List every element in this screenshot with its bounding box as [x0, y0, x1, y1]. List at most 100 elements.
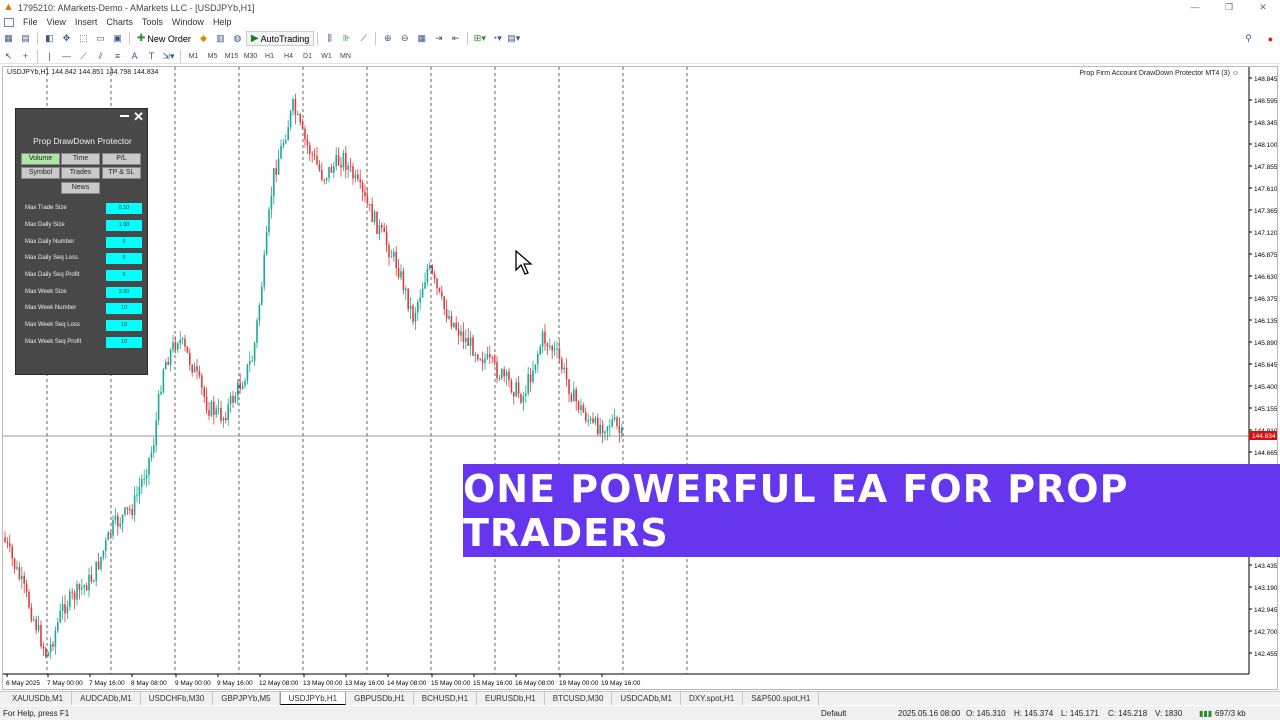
- timeframe-mn[interactable]: MN: [336, 53, 355, 60]
- history-icon[interactable]: ▥: [212, 31, 229, 46]
- panel-minimize-icon[interactable]: [120, 115, 129, 117]
- search-icon[interactable]: ⚲: [1240, 31, 1257, 46]
- tester-icon[interactable]: ▣: [109, 31, 126, 46]
- new-chart-icon[interactable]: ▦: [0, 31, 17, 46]
- zoom-in-icon[interactable]: ⊕: [379, 31, 396, 46]
- timeframe-d1[interactable]: D1: [298, 53, 317, 60]
- symbol-tab[interactable]: S&P500.spot,H1: [743, 692, 820, 705]
- menu-help[interactable]: Help: [213, 17, 232, 27]
- chart-window[interactable]: 148.845 148.595 148.345 148.100 147.855 147.6…: [2, 66, 1278, 690]
- chart-shift-icon[interactable]: ⇤: [447, 31, 464, 46]
- menu-window[interactable]: Window: [172, 17, 204, 27]
- menu-file[interactable]: File: [23, 17, 38, 27]
- fibonacci-icon[interactable]: ≡: [109, 49, 126, 64]
- timeframe-m1[interactable]: M1: [184, 53, 203, 60]
- mouse-pointer-icon: [515, 250, 533, 275]
- price-chart[interactable]: 148.845 148.595 148.345 148.100 147.855 147.6…: [3, 67, 1277, 689]
- symbol-tab[interactable]: USDCADb,M1: [612, 692, 681, 705]
- symbol-tab[interactable]: BTCUSD,M30: [545, 692, 613, 705]
- bar-chart-icon[interactable]: ⫼: [321, 31, 338, 46]
- symbol-tab[interactable]: GBPJPYb,M5: [213, 692, 280, 705]
- channel-icon[interactable]: ⫽: [92, 49, 109, 64]
- price-label: 145.155: [1254, 406, 1277, 413]
- symbol-tab[interactable]: DXY.spot,H1: [681, 692, 744, 705]
- cursor-icon[interactable]: ↖: [0, 49, 17, 64]
- symbol-tab[interactable]: BCHUSD,H1: [414, 692, 478, 705]
- setting-input[interactable]: 5: [106, 253, 142, 264]
- candlestick-icon[interactable]: ⊪: [338, 31, 355, 46]
- setting-label: Max Week Size: [25, 289, 67, 295]
- text-icon[interactable]: A: [126, 49, 143, 64]
- metaeditor-icon[interactable]: ◆: [195, 31, 212, 46]
- timeframe-m5[interactable]: M5: [203, 53, 222, 60]
- indicators-icon[interactable]: ⊞▾: [471, 31, 488, 46]
- minimize-icon[interactable]: —: [1178, 0, 1212, 14]
- data-window-icon[interactable]: ✥: [58, 31, 75, 46]
- setting-input[interactable]: 5: [106, 270, 142, 281]
- symbol-tab[interactable]: USDCHFb,M30: [141, 692, 214, 705]
- templates-icon[interactable]: ▤▾: [505, 31, 522, 46]
- menu-insert[interactable]: Insert: [75, 17, 98, 27]
- symbol-tab[interactable]: GBPUSDb,H1: [346, 692, 414, 705]
- setting-input[interactable]: 10: [106, 303, 142, 314]
- symbol-tab[interactable]: EURUSDb,H1: [477, 692, 545, 705]
- tab-time[interactable]: Time: [61, 153, 100, 165]
- tab-symbol[interactable]: Symbol: [21, 167, 60, 179]
- terminal-icon[interactable]: ▭: [92, 31, 109, 46]
- symbol-tab[interactable]: XAUUSDb,M1: [4, 692, 73, 705]
- arrows-icon[interactable]: ⇲▾: [160, 49, 177, 64]
- symbol-tab-active[interactable]: USDJPYb,H1: [279, 692, 347, 705]
- tab-tp-sl[interactable]: TP & SL: [102, 167, 141, 179]
- periods-icon[interactable]: ◔▾: [488, 31, 505, 46]
- autotrading-button[interactable]: ▶ AutoTrading: [245, 31, 315, 46]
- candle-body: [90, 574, 93, 582]
- price-label: 142.455: [1254, 651, 1277, 658]
- candle-body: [460, 331, 462, 336]
- candle-body: [599, 424, 601, 435]
- vertical-line-icon[interactable]: |: [41, 49, 58, 64]
- symbol-tab[interactable]: AUDCADb,M1: [72, 692, 141, 705]
- setting-input[interactable]: 5: [106, 237, 142, 248]
- zoom-out-icon[interactable]: ⊖: [396, 31, 413, 46]
- document-icon[interactable]: [4, 17, 14, 27]
- candle-body: [145, 475, 148, 479]
- new-order-button[interactable]: ✚ New Order: [133, 31, 195, 46]
- trendline-icon[interactable]: ⟋: [75, 49, 92, 64]
- panel-close-icon[interactable]: ✕: [133, 110, 144, 123]
- candle-body: [453, 322, 455, 327]
- tab-volume[interactable]: Volume: [21, 153, 60, 165]
- profiles-icon[interactable]: ▤: [17, 31, 34, 46]
- setting-input[interactable]: 10: [106, 337, 142, 348]
- setting-input[interactable]: 1.00: [106, 220, 142, 231]
- timeframe-w1[interactable]: W1: [317, 53, 336, 60]
- candle-body: [71, 591, 73, 593]
- tile-windows-icon[interactable]: ▦: [413, 31, 430, 46]
- signals-icon[interactable]: ◍: [229, 31, 246, 46]
- setting-input[interactable]: 10: [106, 320, 142, 331]
- timeframe-m30[interactable]: M30: [241, 53, 260, 60]
- close-window-icon[interactable]: ✕: [1246, 0, 1280, 14]
- menu-view[interactable]: View: [47, 17, 66, 27]
- tab-trades[interactable]: Trades: [61, 167, 100, 179]
- menu-charts[interactable]: Charts: [106, 17, 133, 27]
- setting-input[interactable]: 3.00: [106, 287, 142, 298]
- autoscroll-icon[interactable]: ⇥: [430, 31, 447, 46]
- tab-news[interactable]: News: [61, 182, 100, 194]
- timeframe-m15[interactable]: M15: [222, 53, 241, 60]
- market-watch-icon[interactable]: ◧: [41, 31, 58, 46]
- navigator-icon[interactable]: ⬚: [75, 31, 92, 46]
- line-chart-icon[interactable]: ⟋: [355, 31, 372, 46]
- price-label: 147.855: [1254, 164, 1277, 171]
- tab-pl[interactable]: P/L: [102, 153, 141, 165]
- candle-body: [388, 245, 390, 258]
- timeframe-h4[interactable]: H4: [279, 53, 298, 60]
- setting-input[interactable]: 0.10: [106, 203, 142, 214]
- menu-tools[interactable]: Tools: [142, 17, 163, 27]
- horizontal-line-icon[interactable]: —: [58, 49, 75, 64]
- restore-icon[interactable]: ❐: [1212, 0, 1246, 14]
- crosshair-icon[interactable]: +: [17, 49, 34, 64]
- label-icon[interactable]: T: [143, 49, 160, 64]
- window-controls: — ❐ ✕: [1178, 0, 1280, 14]
- timeframe-h1[interactable]: H1: [260, 53, 279, 60]
- alert-icon[interactable]: ●: [1262, 31, 1279, 46]
